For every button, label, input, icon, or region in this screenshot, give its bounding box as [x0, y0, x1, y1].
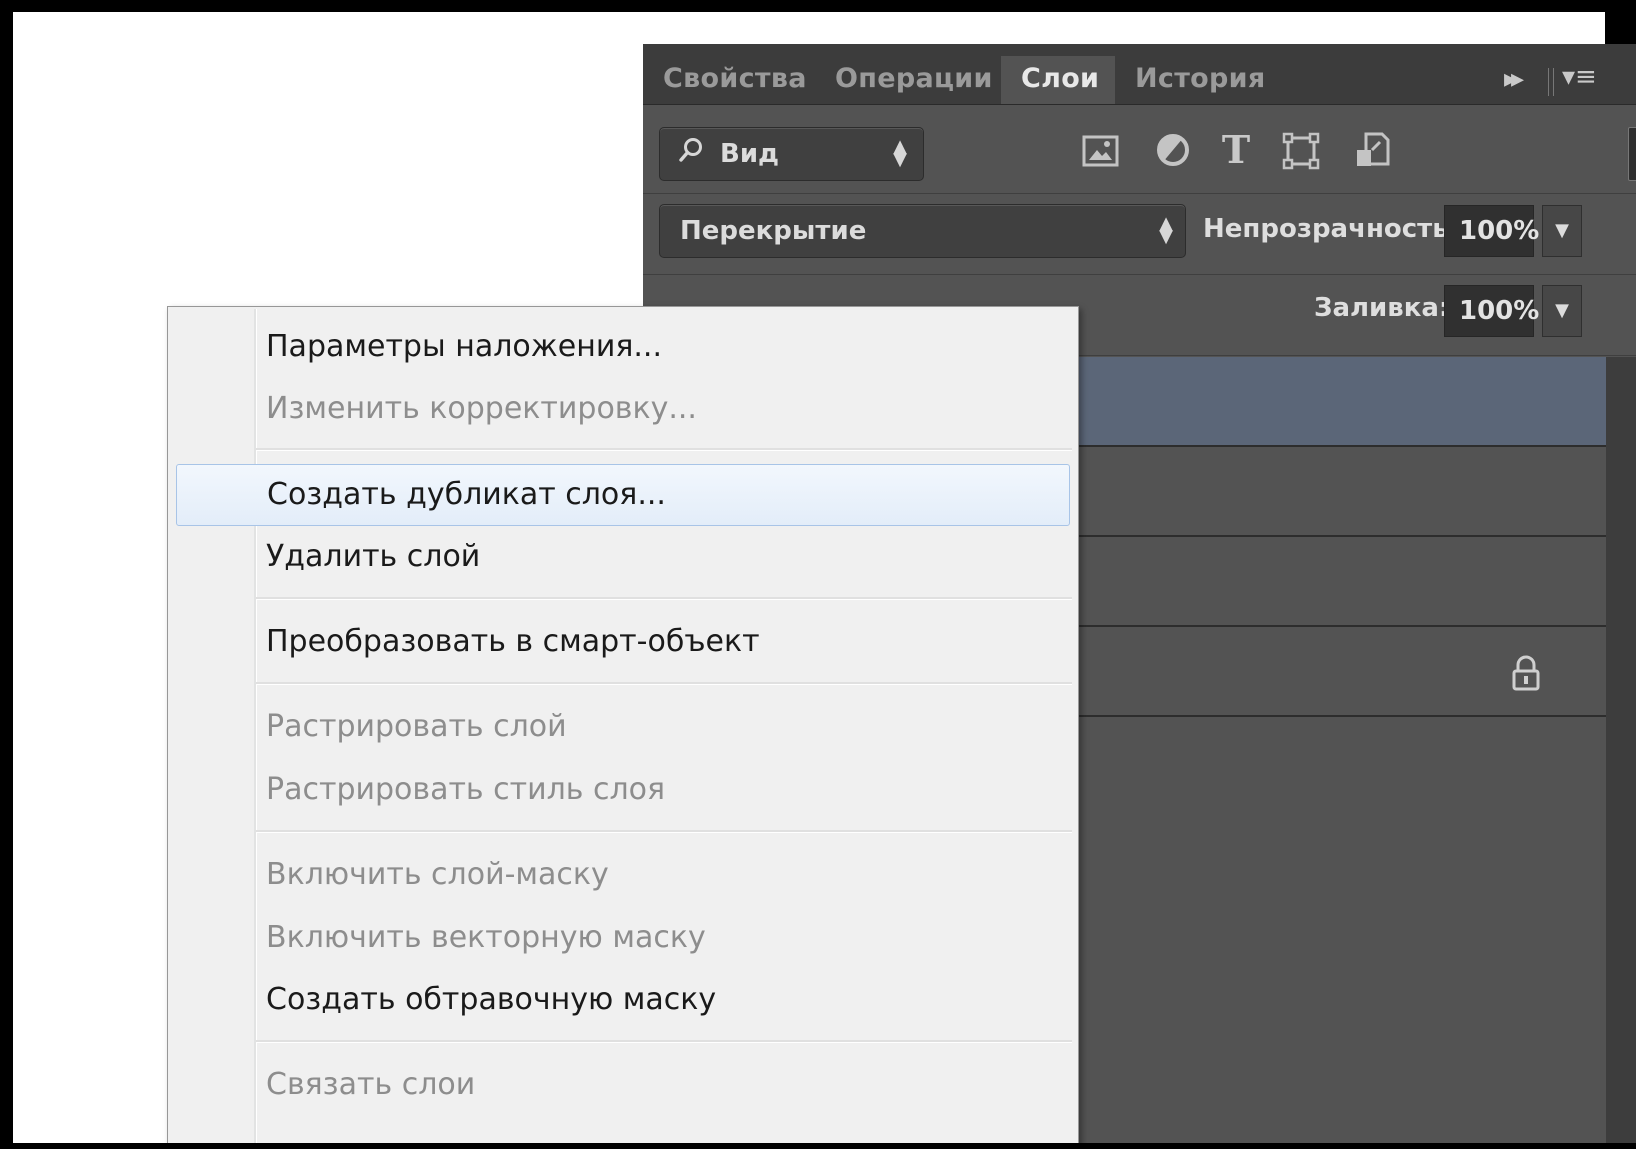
menu-item-create-clipping-mask[interactable]: Создать обтравочную маску: [176, 972, 1070, 1028]
menu-separator: [256, 448, 1072, 451]
menu-item-enable-vector-mask[interactable]: Включить векторную маску: [176, 910, 1070, 966]
layer-filter-row: Вид ▲ ▼ T: [643, 105, 1636, 194]
menu-item-rasterize-layer[interactable]: Растрировать слой: [176, 699, 1070, 755]
frame-corner: [1605, 12, 1636, 44]
menu-item-delete-layer[interactable]: Удалить слой: [176, 529, 1070, 585]
menu-item-convert-smart-object[interactable]: Преобразовать в смарт-объект: [176, 614, 1070, 670]
filter-toggle-switch[interactable]: [1628, 127, 1636, 181]
shape-filter-icon[interactable]: [1280, 130, 1322, 172]
menu-item-blending-options[interactable]: Параметры наложения...: [176, 319, 1070, 375]
menu-separator: [256, 597, 1072, 600]
opacity-input[interactable]: 100%: [1444, 205, 1539, 257]
search-icon: [678, 137, 704, 172]
menu-item-enable-layer-mask[interactable]: Включить слой-маску: [176, 847, 1070, 903]
opacity-slider-button[interactable]: ▼: [1542, 205, 1582, 257]
lock-icon: [1511, 655, 1541, 695]
panel-menu-icon[interactable]: ▾≡: [1562, 62, 1597, 92]
opacity-label: Непрозрачность:: [1203, 214, 1460, 244]
tab-history[interactable]: История: [1115, 56, 1286, 104]
tab-layers[interactable]: Слои: [1001, 56, 1115, 104]
context-menu: Параметры наложения... Изменить корректи…: [167, 306, 1079, 1143]
chevron-down-icon: ▼: [1555, 220, 1569, 241]
menu-item-link-layers[interactable]: Связать слои: [176, 1057, 1070, 1113]
panel-grip: [1548, 68, 1554, 96]
menu-item-rasterize-layer-style[interactable]: Растрировать стиль слоя: [176, 762, 1070, 818]
fill-slider-button[interactable]: ▼: [1542, 285, 1582, 337]
blend-row: Перекрытие ▲ ▼ Непрозрачность: 100% ▼: [643, 194, 1636, 275]
updown-arrows-icon: ▲ ▼: [1159, 213, 1173, 247]
blend-mode-select[interactable]: Перекрытие ▲ ▼: [659, 204, 1186, 258]
smart-object-filter-icon[interactable]: [1352, 130, 1394, 172]
adjustment-filter-icon[interactable]: [1152, 130, 1194, 172]
panel-scrollbar[interactable]: [1606, 357, 1636, 1143]
filter-kind-label: Вид: [720, 139, 780, 169]
blend-mode-value: Перекрытие: [680, 216, 867, 246]
menu-item-duplicate-layer[interactable]: Создать дубликат слоя...: [176, 464, 1070, 526]
menu-item-edit-adjustment[interactable]: Изменить корректировку...: [176, 381, 1070, 437]
tab-properties[interactable]: Свойства: [643, 56, 827, 104]
panel-tab-bar: Свойства Операции Слои История ▸▸ ▾≡: [643, 44, 1636, 105]
chevron-down-icon: ▼: [1555, 300, 1569, 321]
expand-panels-icon[interactable]: ▸▸: [1504, 64, 1524, 94]
updown-arrows-icon: ▲ ▼: [893, 136, 907, 170]
filter-kind-select[interactable]: Вид ▲ ▼: [659, 127, 924, 181]
image-filter-icon[interactable]: [1080, 130, 1122, 172]
menu-separator: [256, 830, 1072, 833]
menu-separator: [256, 682, 1072, 685]
menu-separator: [256, 1040, 1072, 1043]
screenshot-frame: Свойства Операции Слои История ▸▸ ▾≡ Вид…: [13, 12, 1636, 1143]
type-filter-icon[interactable]: T: [1215, 130, 1257, 172]
fill-input[interactable]: 100%: [1444, 285, 1539, 337]
fill-label: Заливка:: [1314, 293, 1450, 323]
tab-actions[interactable]: Операции: [815, 56, 1013, 104]
